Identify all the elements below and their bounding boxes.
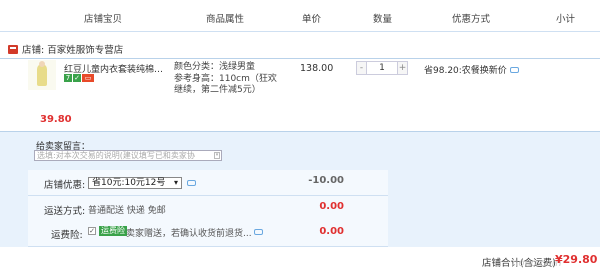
- item-subtotal: 39.80: [40, 114, 72, 125]
- shop-row: 店铺: 百家姓服饰专营店: [8, 42, 123, 56]
- coupon-info-icon[interactable]: [187, 180, 196, 186]
- product-attributes: 颜色分类：浅绿男童 参考身高：110cm（狂欢继续，第二件减5元）: [174, 62, 284, 97]
- product-badges: 7 ✓ ▭: [64, 74, 94, 82]
- message-placeholder: 选填:对本次交易的说明(建议填写已和卖家协: [37, 151, 195, 160]
- shop-name-link[interactable]: 店铺: 百家姓服饰专营店: [22, 42, 123, 56]
- seller-message-input[interactable]: 选填:对本次交易的说明(建议填写已和卖家协 ▾: [34, 150, 222, 161]
- coupon-select[interactable]: 省10元:10元12号: [88, 177, 182, 189]
- insurance-amount: 0.00: [319, 226, 344, 237]
- product-thumbnail[interactable]: [28, 60, 56, 90]
- cart-header: 店铺宝贝 商品属性 单价 数量 优惠方式 小计: [0, 0, 600, 32]
- shop-total-amount: ¥29.80: [555, 253, 598, 266]
- header-promo: 优惠方式: [452, 14, 491, 25]
- insurance-label: 运费险:: [51, 230, 83, 241]
- insurance-checkbox[interactable]: ✓: [88, 227, 96, 235]
- shipping-method: 普通配送 快递 免邮: [88, 206, 166, 216]
- shipping-label: 运送方式:: [44, 206, 86, 217]
- insurance-info-icon[interactable]: [254, 229, 263, 235]
- header-shop-item: 店铺宝贝: [84, 14, 123, 25]
- qty-minus-button[interactable]: -: [356, 61, 367, 75]
- coupon-amount: -10.00: [308, 175, 344, 186]
- attr-color: 颜色分类：浅绿男童: [174, 62, 256, 72]
- shipping-amount: 0.00: [319, 201, 344, 212]
- attr-height: 参考身高：110cm（狂欢继续，第二件减5元）: [174, 73, 277, 96]
- header-attr: 商品属性: [206, 14, 245, 25]
- shop-icon: [8, 44, 18, 54]
- quantity-stepper: - 1 +: [356, 61, 408, 75]
- qty-plus-button[interactable]: +: [397, 61, 408, 75]
- coupon-label: 店铺优惠:: [44, 180, 86, 191]
- chat-icon[interactable]: [509, 66, 519, 73]
- insurance-badge: 运费险: [99, 226, 127, 236]
- guarantee-icon: ✓: [73, 74, 81, 82]
- promo-info: 省98.20:农餐换新价: [424, 63, 519, 76]
- resize-arrow-icon[interactable]: ▾: [214, 152, 220, 159]
- header-qty: 数量: [373, 14, 393, 25]
- header-subtotal: 小计: [556, 14, 576, 25]
- item-divider: [0, 58, 600, 59]
- header-price: 单价: [302, 14, 322, 25]
- seven-day-return-icon: 7: [64, 74, 72, 82]
- unit-price: 138.00: [300, 63, 334, 74]
- qty-input[interactable]: 1: [367, 61, 397, 75]
- insurance-text: 卖家赠送，若确认收货前退货...: [126, 229, 252, 239]
- promo-text: 省98.20:农餐换新价: [424, 66, 507, 76]
- card-payment-icon: ▭: [82, 74, 94, 82]
